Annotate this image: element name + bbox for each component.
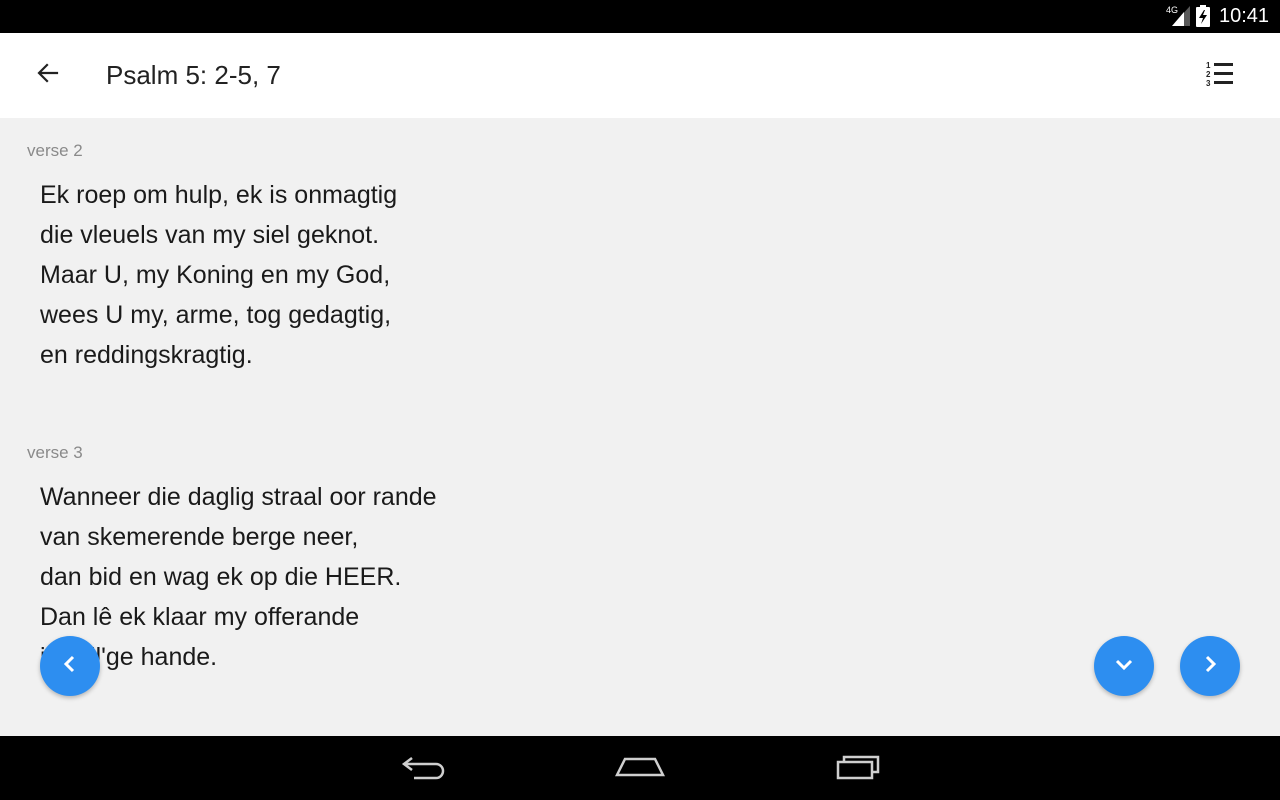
back-nav-icon xyxy=(400,752,448,785)
back-button[interactable] xyxy=(24,53,72,98)
system-nav-bar xyxy=(0,736,1280,800)
svg-text:1: 1 xyxy=(1206,61,1211,70)
system-home-button[interactable] xyxy=(608,750,672,786)
page-title: Psalm 5: 2-5, 7 xyxy=(106,60,281,90)
arrow-back-icon xyxy=(36,61,60,90)
verse-line: die vleuels van my siel geknot. xyxy=(40,221,380,249)
verse-line: dan bid en wag ek op die HEER. xyxy=(40,563,402,591)
chevron-down-icon xyxy=(1114,654,1134,679)
svg-text:2: 2 xyxy=(1206,70,1211,79)
verse-list-button[interactable]: 1 2 3 xyxy=(1196,53,1244,98)
verse-line: wees U my, arme, tog gedagtig, xyxy=(40,301,392,329)
recents-nav-icon xyxy=(834,752,882,785)
numbered-list-icon: 1 2 3 xyxy=(1206,60,1234,91)
verse-line: Wanneer die daglig straal oor rande xyxy=(40,483,437,511)
svg-text:3: 3 xyxy=(1206,79,1211,86)
verse-line: van skemerende berge neer, xyxy=(40,523,359,551)
verse-line: en reddingskragtig. xyxy=(40,341,253,369)
verse-line: Ek roep om hulp, ek is onmagtig xyxy=(40,181,398,209)
psalm-content[interactable]: verse 2 Ek roep om hulp, ek is onmagtig … xyxy=(0,118,1280,736)
verse-label: verse 3 xyxy=(27,443,83,462)
next-button[interactable] xyxy=(1180,636,1240,696)
verse-text: Ek roep om hulp, ek is onmagtig die vleu… xyxy=(40,175,397,375)
signal-icon xyxy=(1172,6,1190,31)
app-bar: Psalm 5: 2-5, 7 1 2 3 xyxy=(0,33,1280,118)
chevron-right-icon xyxy=(1200,654,1220,679)
verse-line: Maar U, my Koning en my God, xyxy=(40,261,391,289)
verse-text: Wanneer die daglig straal oor rande van … xyxy=(40,477,437,677)
scroll-down-button[interactable] xyxy=(1094,636,1154,696)
verse-label: verse 2 xyxy=(27,141,83,160)
system-back-button[interactable] xyxy=(392,750,456,786)
battery-icon xyxy=(1196,5,1210,32)
home-nav-icon xyxy=(614,753,666,784)
clock: 10:41 xyxy=(1219,5,1270,27)
verse-line: Dan lê ek klaar my offerande xyxy=(40,603,360,631)
status-bar: 4G 10:41 xyxy=(0,0,1280,33)
chevron-left-icon xyxy=(60,654,80,679)
system-recents-button[interactable] xyxy=(826,750,890,786)
previous-button[interactable] xyxy=(40,636,100,696)
